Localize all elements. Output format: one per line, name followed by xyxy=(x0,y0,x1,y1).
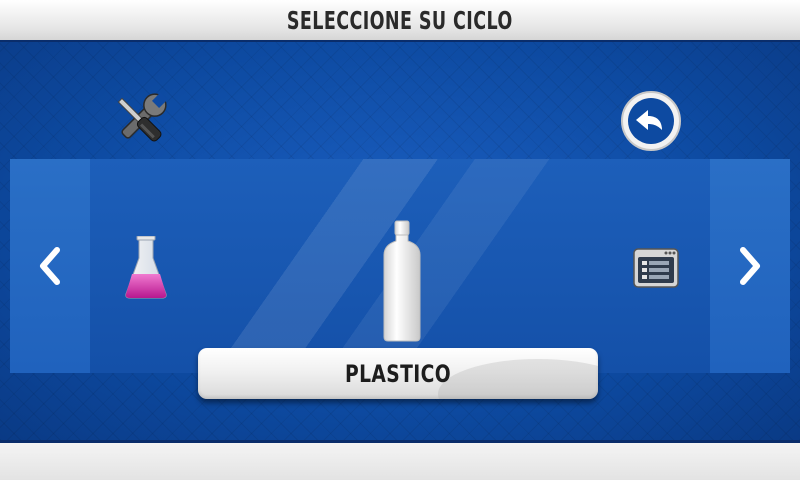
selected-cycle-button[interactable]: PLASTICO xyxy=(198,348,598,399)
oven-cycle-option[interactable] xyxy=(632,247,680,289)
main-area: PLASTICO xyxy=(0,42,800,440)
page-title: SELECCIONE SU CICLO xyxy=(287,5,513,35)
bottle-cycle-option[interactable] xyxy=(378,219,426,344)
flask-icon xyxy=(125,235,167,299)
cycle-carousel xyxy=(10,159,790,373)
bottle-icon xyxy=(383,220,421,342)
back-button[interactable] xyxy=(618,90,684,152)
button-swoosh xyxy=(438,359,598,399)
tools-icon xyxy=(117,92,168,142)
next-cycle-button[interactable] xyxy=(710,159,790,373)
oven-program-icon xyxy=(633,248,679,288)
selected-cycle-label: PLASTICO xyxy=(344,359,452,388)
header-bar: SELECCIONE SU CICLO xyxy=(0,0,800,42)
back-arrow-icon xyxy=(621,91,681,151)
flask-cycle-option[interactable] xyxy=(122,235,170,300)
previous-cycle-button[interactable] xyxy=(10,159,90,373)
settings-button[interactable] xyxy=(106,90,174,150)
chevron-left-icon xyxy=(40,247,60,285)
chevron-right-icon xyxy=(740,247,760,285)
footer-bar xyxy=(0,440,800,480)
